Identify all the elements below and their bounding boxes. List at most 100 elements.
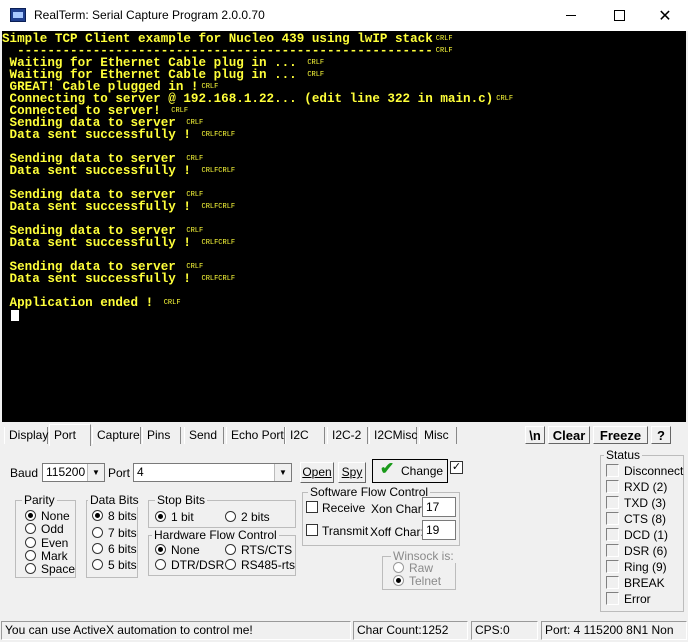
terminal-line: Data sent successfully ! CRLFCRLF [2,236,236,250]
hwflow-rs485-radio[interactable]: RS485-rts [225,558,295,572]
tab-port[interactable]: Port [49,424,91,446]
parity-mark-radio[interactable]: Mark [25,549,68,563]
tab-capture[interactable]: Capture [92,427,141,444]
tab-pins[interactable]: Pins [142,427,181,444]
crlf-marker: CRLF [435,35,453,43]
tab-i2c-2[interactable]: I2C-2 [327,427,368,444]
databits-8-radio[interactable]: 8 bits [92,509,137,523]
port-value: 4 [137,465,144,479]
hwflow-title: Hardware Flow Control [152,528,279,542]
change-checkbox[interactable]: ✓ [450,461,463,474]
status-led [606,480,619,493]
crlf-marker: CRLF [201,83,219,91]
status-led [606,464,619,477]
crlf-marker: CRLFCRLF [201,203,236,211]
crlf-marker: CRLFCRLF [201,167,236,175]
realterm-window: RealTerm: Serial Capture Program 2.0.0.7… [0,0,688,642]
window-title: RealTerm: Serial Capture Program 2.0.0.7… [34,8,265,22]
parity-none-radio[interactable]: None [25,509,70,523]
terminal-line-text: Data sent successfully ! [2,128,199,142]
hwflow-dtrdsr-radio[interactable]: DTR/DSR [155,558,224,572]
status-txd: TXD (3) [606,496,666,512]
parity-title: Parity [22,493,57,507]
hwflow-rtscts-radio[interactable]: RTS/CTS [225,543,292,557]
crlf-marker: CRLF [186,119,204,127]
parity-odd-radio[interactable]: Odd [25,522,64,536]
xoff-input[interactable]: 19 [422,520,456,540]
port-panel: Baud 115200 ▼ Port 4 ▼ Open Spy ✔ Change… [2,446,686,618]
open-button[interactable]: Open [300,462,334,483]
baud-select[interactable]: 115200 ▼ [42,463,105,482]
tab-echo-port[interactable]: Echo Port [226,427,285,444]
crlf-marker: CRLF [186,191,204,199]
status-led [606,592,619,605]
tab-send[interactable]: Send [184,427,224,444]
stopbits-1-radio[interactable]: 1 bit [155,510,194,524]
parity-space-radio[interactable]: Space [25,562,75,576]
terminal-line: Data sent successfully ! CRLFCRLF [2,164,236,178]
change-button-label: Change [401,464,444,478]
terminal-line-text: Data sent successfully ! [2,236,199,250]
tab-misc[interactable]: Misc [419,427,457,444]
crlf-marker: CRLF [435,47,453,55]
status-led [606,576,619,589]
crlf-marker: CRLF [171,107,189,115]
crlf-marker: CRLF [186,263,204,271]
port-select[interactable]: 4 ▼ [133,463,292,482]
port-label: Port [108,466,131,480]
change-button[interactable]: ✔ Change [372,459,448,483]
winsock-telnet-radio[interactable]: Telnet [393,574,441,588]
terminal-cursor [11,310,19,321]
hwflow-none-radio[interactable]: None [155,543,200,557]
databits-5-radio[interactable]: 5 bits [92,558,137,572]
databits-6-radio[interactable]: 6 bits [92,542,137,556]
tab-bar: Display Port Capture Pins Send Echo Port… [0,424,688,446]
help-button[interactable]: ? [651,426,671,444]
newline-button[interactable]: \n [525,426,545,444]
tab-i2cmisc[interactable]: I2CMisc [369,427,417,444]
terminal-line: Data sent successfully ! CRLFCRLF [2,273,236,286]
status-dcd: DCD (1) [606,528,668,544]
databits-group: Data Bits 8 bits 7 bits 6 bits 5 bits [86,493,141,578]
xon-input[interactable]: 17 [422,497,456,517]
status-cts: CTS (8) [606,512,666,528]
winsock-group: Winsock is: Raw Telnet [382,549,456,590]
status-title: Status [604,448,643,462]
tab-i2c[interactable]: I2C [285,427,325,444]
crlf-marker: CRLFCRLF [201,131,236,139]
minimize-button[interactable] [548,0,594,31]
crlf-marker: CRLF [307,59,325,67]
checkmark-icon: ✔ [380,459,395,478]
terminal-line: Data sent successfully ! CRLFCRLF [2,201,236,214]
app-icon [10,8,26,22]
chevron-down-icon: ▼ [87,464,104,481]
close-button[interactable]: ✕ [642,0,688,31]
databits-7-radio[interactable]: 7 bits [92,526,137,540]
crlf-marker: CRLFCRLF [201,239,236,247]
receive-checkbox[interactable]: Receive [306,501,365,515]
stopbits-2-radio[interactable]: 2 bits [225,510,270,524]
terminal-line-text: Application ended ! [2,296,161,310]
winsock-raw-radio[interactable]: Raw [393,561,433,575]
crlf-marker: CRLF [163,299,181,307]
stopbits-group: Stop Bits 1 bit 2 bits [148,493,296,528]
xon-label: Xon Char: [371,502,426,516]
crlf-marker: CRLF [186,155,204,163]
status-error: Error [606,592,651,608]
status-disconnect[interactable]: Disconnect [606,464,683,480]
freeze-button[interactable]: Freeze [593,426,648,444]
terminal-line-text: Data sent successfully ! [2,164,199,178]
terminal-output[interactable]: Simple TCP Client example for Nucleo 439… [2,31,686,422]
transmit-checkbox[interactable]: Transmit [306,524,368,538]
hwflow-group: Hardware Flow Control None RTS/CTS DTR/D… [148,528,296,576]
parity-even-radio[interactable]: Even [25,536,68,550]
spy-button[interactable]: Spy [338,462,366,483]
tab-display[interactable]: Display [4,427,48,444]
status-bar: You can use ActiveX automation to contro… [0,619,688,642]
terminal-line: Data sent successfully ! CRLFCRLF [2,128,236,142]
maximize-button[interactable] [596,0,642,31]
title-bar[interactable]: RealTerm: Serial Capture Program 2.0.0.7… [0,0,688,31]
status-led [606,512,619,525]
clear-button[interactable]: Clear [548,426,590,444]
char-count: Char Count:1252 [353,621,468,640]
